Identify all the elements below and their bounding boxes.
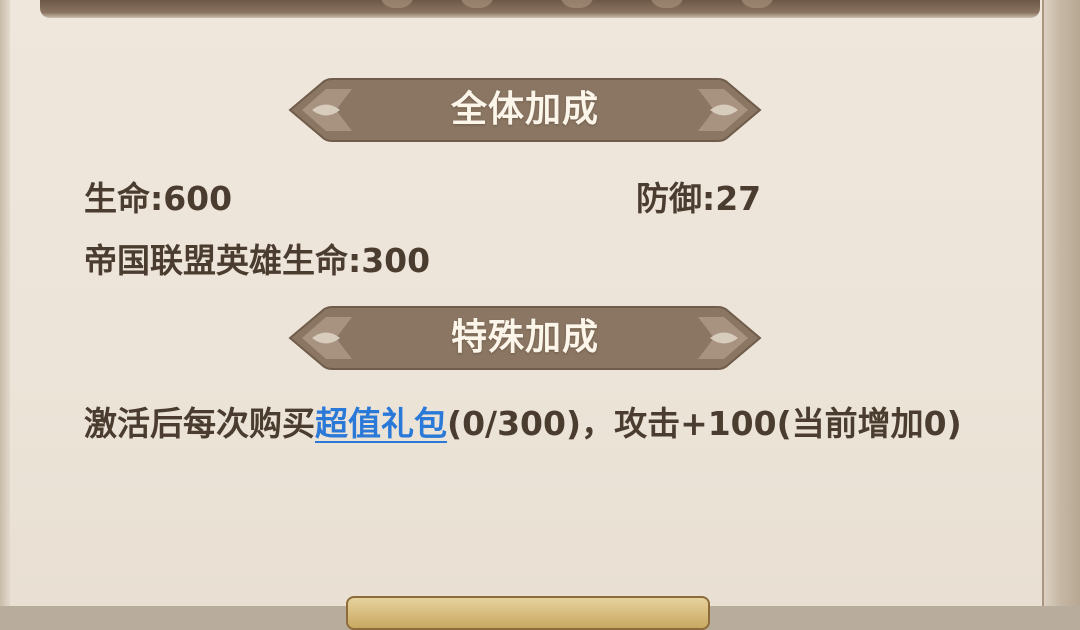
ornament: [740, 0, 774, 8]
special-bonus-title: 特殊加成: [450, 317, 599, 358]
special-text-after: (0/300)，攻击+100(当前增加0): [447, 404, 962, 443]
ornament: [650, 0, 684, 8]
ornament: [380, 0, 414, 8]
bottom-action-button[interactable]: [346, 596, 710, 630]
empire-alliance-hp-stat: 帝国联盟英雄生命:300: [84, 241, 431, 280]
overall-bonus-header: 全体加成: [282, 69, 768, 151]
defense-stat: 防御:27: [636, 179, 762, 218]
ornament: [560, 0, 594, 8]
panel-right-border: [1042, 0, 1080, 606]
overall-bonus-title: 全体加成: [450, 89, 599, 130]
hp-stat: 生命:600: [84, 179, 233, 218]
value-gift-pack-link[interactable]: 超值礼包: [315, 404, 447, 443]
ornament: [460, 0, 494, 8]
special-bonus-header: 特殊加成: [282, 297, 768, 379]
panel-top-banner: [40, 0, 1040, 18]
special-text-before: 激活后每次购买: [84, 404, 315, 443]
panel-left-border: [0, 0, 10, 606]
special-bonus-description: 激活后每次购买超值礼包(0/300)，攻击+100(当前增加0): [84, 400, 964, 448]
